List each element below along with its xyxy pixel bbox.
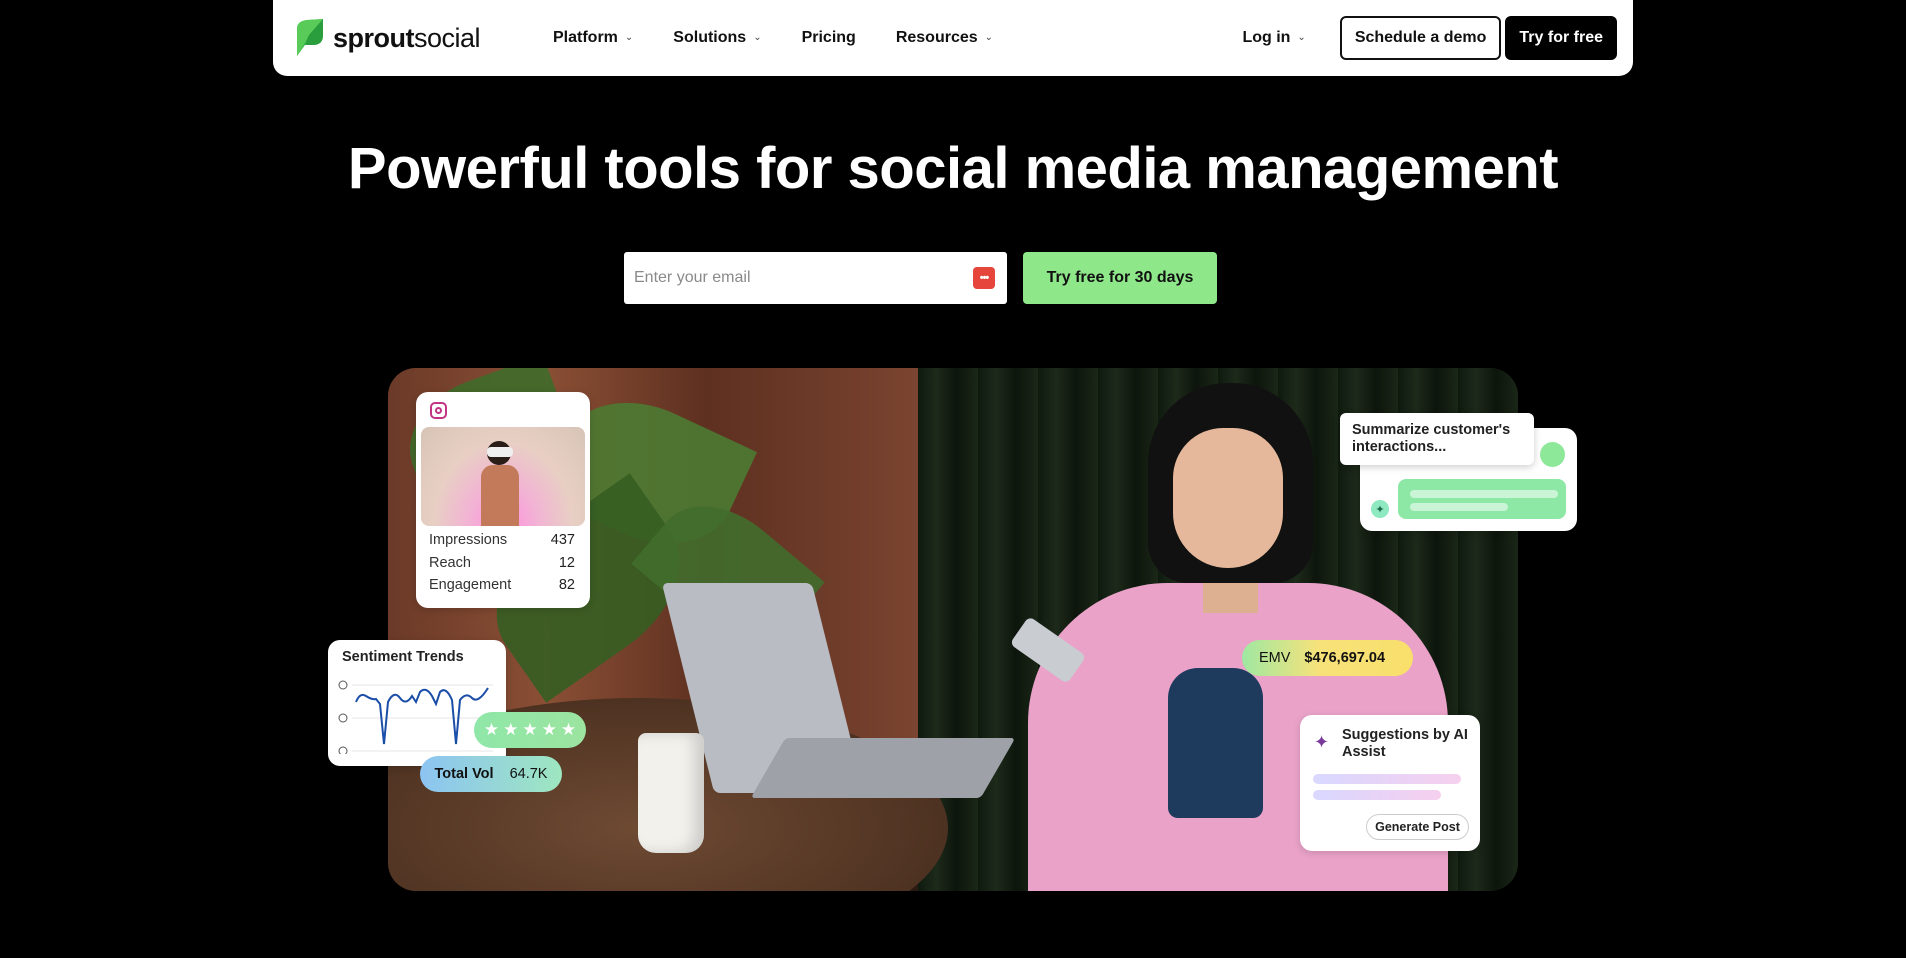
suggestions-title: Suggestions by AI Assist [1342,727,1468,760]
schedule-demo-button[interactable]: Schedule a demo [1339,16,1502,60]
suggestion-line [1313,774,1461,784]
star-icon: ★ [503,720,519,739]
sentiment-trends-card: Sentiment Trends [328,640,506,766]
try-free-30-days-button[interactable]: Try free for 30 days [1023,252,1217,304]
top-navbar: sproutsocial Platform ⌄ Solutions ⌄ Pric… [273,0,1633,76]
emv-label: EMV [1259,650,1291,666]
nav-actions: Log in ⌄ Schedule a demo Try for free [1242,0,1617,76]
logo-wordmark: sproutsocial [333,22,481,53]
stat-label: Impressions [429,532,508,548]
sparkle-icon: ✦ [1371,500,1389,518]
post-thumbnail [421,427,585,526]
ai-assist-icon: ✦ [1314,732,1330,752]
chevron-down-icon: ⌄ [984,31,994,43]
try-for-free-button[interactable]: Try for free [1505,16,1617,60]
post-stats: Impressions 437 Reach 12 Engagement 82 [429,532,575,600]
summarize-prompt: Summarize customer's interactions... [1340,413,1534,465]
stat-value: 12 [558,554,575,571]
stat-label: Engagement [429,577,512,593]
password-manager-icon[interactable]: ••• [973,267,995,289]
stat-row: Impressions 437 [429,532,575,555]
ai-response-bubble [1398,479,1566,519]
nav-resources-label: Resources [895,29,978,46]
sproutsocial-logo[interactable]: sproutsocial [295,19,481,57]
email-field-wrapper: ••• [624,252,1007,304]
nav-pricing[interactable]: Pricing [802,29,856,47]
signup-form: ••• Try free for 30 days [624,252,1217,304]
person-top [1168,668,1263,818]
star-icon: ★ [483,720,500,739]
coffee-cup [638,733,704,853]
star-icon: ★ [522,720,538,739]
text-line [1410,490,1558,498]
chevron-down-icon: ⌄ [753,31,762,43]
emv-pill: EMV $476,697.04 [1242,640,1413,676]
happy-face-icon [338,680,348,690]
instagram-icon [430,402,447,419]
nav-solutions[interactable]: Solutions ⌄ [673,29,761,47]
star-rating: ★ ★ ★ ★ ★ [474,712,586,748]
stat-row: Engagement 82 [429,577,575,600]
chevron-down-icon: ⌄ [1297,31,1306,43]
text-line [1410,503,1508,511]
nav-platform-label: Platform [553,29,618,46]
laptop-keyboard [750,738,1016,798]
star-icon: ★ [560,720,577,739]
ai-suggestions-card: ✦ Suggestions by AI Assist Generate Post [1300,715,1480,851]
email-input[interactable] [624,252,1007,304]
sad-face-icon [338,746,348,754]
sentiment-title: Sentiment Trends [342,649,464,665]
chevron-down-icon: ⌄ [624,31,634,43]
suggestion-line [1313,790,1441,800]
user-avatar-dot [1540,442,1565,467]
total-vol-label: Total Vol [434,766,494,782]
login-label: Log in [1242,29,1291,46]
main-nav-links: Platform ⌄ Solutions ⌄ Pricing Resources… [553,0,1033,76]
stat-row: Reach 12 [429,555,575,578]
total-vol-value: 64.7K [509,766,548,782]
stat-value: 82 [558,577,575,593]
nav-solutions-label: Solutions [673,29,747,46]
nav-pricing-label: Pricing [801,29,856,46]
generate-post-button[interactable]: Generate Post [1366,814,1469,840]
sentiment-sparkline [338,680,493,754]
vr-headset [487,447,513,457]
total-volume-pill: Total Vol 64.7K [420,756,562,792]
instagram-post-card: Impressions 437 Reach 12 Engagement 82 [416,392,590,608]
sentiment-face-icons [338,680,348,754]
sentiment-line [355,687,489,745]
hero-title: Powerful tools for social media manageme… [347,136,1559,201]
nav-platform[interactable]: Platform ⌄ [553,29,633,47]
neutral-face-icon [338,713,348,723]
person-face [1173,428,1283,568]
stat-label: Reach [429,554,471,571]
star-icon: ★ [541,720,557,739]
login-link[interactable]: Log in ⌄ [1242,29,1305,47]
sprout-leaf-icon [297,19,323,56]
nav-resources[interactable]: Resources ⌄ [896,29,993,47]
stat-value: 437 [550,532,575,548]
emv-value: $476,697.04 [1304,650,1386,666]
thumbnail-figure [481,465,519,526]
